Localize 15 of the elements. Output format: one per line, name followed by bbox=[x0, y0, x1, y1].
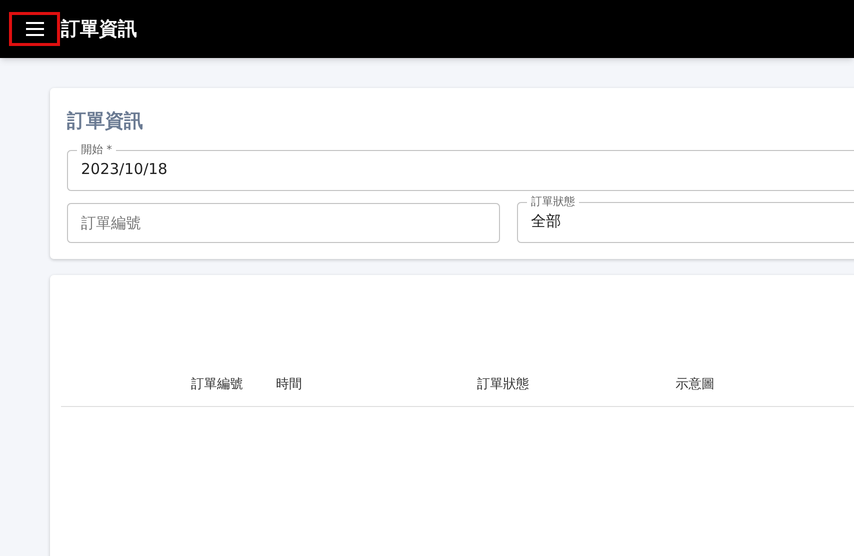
field-label: 開始 * bbox=[80, 143, 113, 157]
field-label: 訂單狀態 bbox=[530, 195, 576, 209]
menu-button[interactable] bbox=[9, 12, 60, 46]
column-header: 示意圖 bbox=[674, 376, 716, 394]
status-select[interactable]: 訂單狀態 全部 bbox=[517, 195, 854, 243]
order-number-field[interactable]: 訂單編號 bbox=[67, 203, 500, 243]
field-value: 全部 bbox=[530, 211, 562, 232]
card-title: 訂單資訊 bbox=[67, 109, 144, 134]
field-value: 2023/10/18 bbox=[80, 159, 168, 180]
app-title: 訂單資訊 bbox=[61, 16, 137, 42]
column-header: 時間 bbox=[275, 376, 303, 394]
column-header: 訂單狀態 bbox=[476, 376, 530, 394]
menu-icon bbox=[24, 22, 44, 36]
date-field[interactable]: 開始 * 2023/10/18 bbox=[67, 143, 854, 191]
column-header: 訂單編號 bbox=[190, 376, 244, 394]
